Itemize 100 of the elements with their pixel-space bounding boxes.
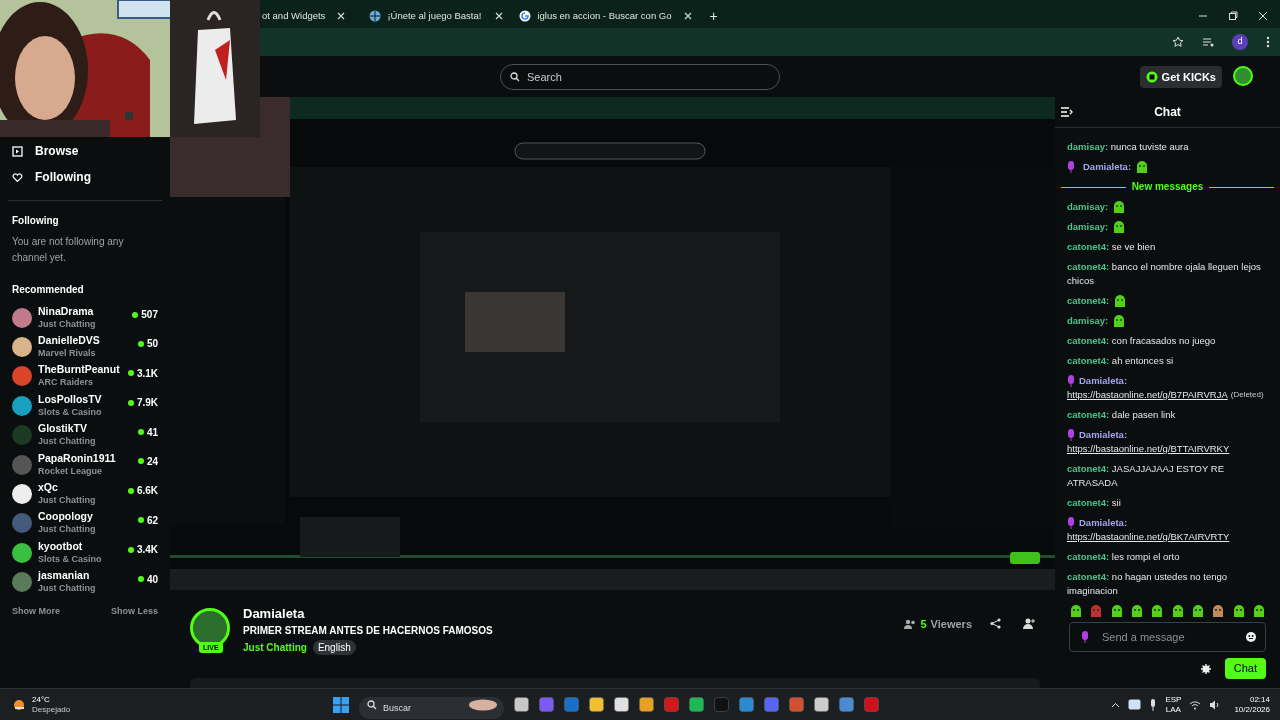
chat-username[interactable]: catonet4: xyxy=(1067,463,1110,474)
category-link[interactable]: Just Chatting xyxy=(243,640,307,655)
chat-username[interactable]: catonet4: xyxy=(1067,241,1110,252)
browser-tab[interactable]: iglus en accion - Buscar con Go xyxy=(511,4,700,28)
channel-item[interactable]: NinaDrama Just Chatting 507 xyxy=(0,303,170,333)
taskbar-search-field[interactable]: Buscar xyxy=(359,696,504,719)
channel-name: NinaDrama xyxy=(38,304,95,318)
emote-icon[interactable] xyxy=(1130,604,1144,618)
app-icon[interactable] xyxy=(589,697,604,712)
channel-name[interactable]: Damialeta xyxy=(243,605,493,623)
playlist-icon[interactable] xyxy=(1202,36,1214,48)
live-dot-icon xyxy=(127,370,134,377)
nav-link[interactable]: Following xyxy=(0,164,170,190)
chat-link[interactable]: https://bastaonline.net/g/BTTAIRVRKY xyxy=(1067,442,1230,456)
channel-item[interactable]: Coopology Just Chatting 62 xyxy=(0,508,170,539)
chat-username[interactable]: catonet4: xyxy=(1067,261,1110,272)
channel-item[interactable]: DanielleDVS Marvel Rivals 50 xyxy=(0,332,170,362)
emote-icon xyxy=(1135,160,1150,174)
live-dot-icon xyxy=(137,458,144,465)
nav-link[interactable]: Browse xyxy=(0,138,170,164)
get-kicks-button[interactable]: Get KICKs xyxy=(1139,66,1222,88)
app-icon[interactable] xyxy=(689,697,704,712)
chat-username[interactable]: Damialeta: xyxy=(1079,374,1128,388)
close-icon[interactable] xyxy=(683,12,692,20)
menu-icon[interactable] xyxy=(1266,36,1270,48)
language-indicator[interactable]: ESP xyxy=(1165,694,1182,705)
close-icon[interactable] xyxy=(1258,11,1268,21)
live-dot-icon xyxy=(132,311,139,318)
show-more-link[interactable]: Show More xyxy=(12,604,60,619)
chat-username[interactable]: Damialeta: xyxy=(1079,428,1128,442)
channel-item[interactable]: kyootbot Slots & Casino 3.4K xyxy=(0,538,170,568)
chat-send-button[interactable]: Chat xyxy=(1224,658,1266,679)
emoji-icon[interactable] xyxy=(1246,632,1256,642)
emote-icon[interactable] xyxy=(1251,604,1266,618)
chat-username[interactable]: damisay: xyxy=(1067,314,1109,328)
keyboard-layout[interactable]: LAA xyxy=(1165,704,1181,715)
emote-icon[interactable] xyxy=(1211,604,1226,618)
star-icon[interactable] xyxy=(1172,36,1184,48)
close-icon[interactable] xyxy=(337,12,346,20)
emote-icon[interactable] xyxy=(1150,604,1165,618)
channel-item[interactable]: PapaRonin1911 Rocket League 24 xyxy=(0,449,170,480)
start-icon[interactable] xyxy=(333,696,349,713)
chat-username[interactable]: Damialeta: xyxy=(1083,160,1132,174)
new-tab-button[interactable]: + xyxy=(699,4,728,28)
show-less-link[interactable]: Show Less xyxy=(111,604,158,619)
share-icon[interactable] xyxy=(990,618,1001,629)
channel-avatar xyxy=(12,366,32,387)
browser-tab[interactable]: ¡Únete al juego Basta! xyxy=(361,4,512,28)
chat-username[interactable]: catonet4: xyxy=(1067,571,1110,582)
message-field[interactable]: Send a message xyxy=(1069,622,1266,652)
app-icon[interactable] xyxy=(514,697,529,712)
chat-username[interactable]: damisay: xyxy=(1067,200,1109,214)
follow-icon[interactable] xyxy=(1023,618,1035,629)
app-icon[interactable] xyxy=(614,697,629,712)
app-icon[interactable] xyxy=(814,697,829,712)
channel-item[interactable]: jasmanian Just Chatting 40 xyxy=(0,567,170,597)
chat-link[interactable]: https://bastaonline.net/g/BK7AIRVRTY xyxy=(1067,530,1230,544)
channel-item[interactable]: LosPollosTV Slots & Casino 7.9K xyxy=(0,391,170,421)
chat-username[interactable]: catonet4: xyxy=(1067,409,1110,420)
emote-icon[interactable] xyxy=(1069,604,1083,618)
emote-icon[interactable] xyxy=(1170,604,1185,618)
settings-icon[interactable] xyxy=(1200,663,1211,674)
chat-username[interactable]: catonet4: xyxy=(1067,294,1110,308)
emote-icon[interactable] xyxy=(1190,604,1205,618)
emote-icon[interactable] xyxy=(1231,604,1246,618)
chat-username[interactable]: damisay: xyxy=(1067,141,1109,152)
wifi-icon[interactable] xyxy=(1189,699,1202,710)
chat-username[interactable]: Damialeta: xyxy=(1079,516,1128,530)
chat-username[interactable]: catonet4: xyxy=(1067,335,1110,346)
chat-username[interactable]: damisay: xyxy=(1067,220,1109,234)
emote-icon[interactable] xyxy=(1109,604,1124,618)
speaker-icon[interactable] xyxy=(1209,699,1221,710)
search-field[interactable]: Search xyxy=(500,64,780,90)
chat-username[interactable]: catonet4: xyxy=(1067,497,1110,508)
viewers-label: Viewers xyxy=(930,617,972,632)
chat-message: catonet4: dale pasen link xyxy=(1067,408,1177,422)
cloud-icon[interactable] xyxy=(1128,699,1142,710)
mic-icon xyxy=(1081,631,1089,643)
clouds-icon xyxy=(468,698,498,711)
chat-link[interactable]: https://bastaonline.net/g/B7PAIRVRJA xyxy=(1067,388,1228,402)
clock-date[interactable]: 10/2/2026 xyxy=(1234,704,1270,715)
chat-message: catonet4: sii xyxy=(1067,496,1122,510)
users-icon xyxy=(904,619,917,630)
user-avatar[interactable] xyxy=(1233,66,1253,86)
stream-title: PRIMER STREAM ANTES DE HACERNOS FAMOSOS xyxy=(243,624,493,638)
chat-username[interactable]: catonet4: xyxy=(1067,551,1110,562)
language-tag[interactable]: English xyxy=(312,640,356,655)
channel-item[interactable]: xQc Just Chatting 6.6K xyxy=(0,479,170,509)
app-icon[interactable] xyxy=(639,697,654,712)
restore-icon[interactable] xyxy=(1228,11,1238,21)
channel-item[interactable]: TheBurntPeanut ARC Raiders 3.1K xyxy=(0,361,170,392)
collapse-icon[interactable] xyxy=(1061,107,1073,117)
chat-username[interactable]: catonet4: xyxy=(1067,355,1110,366)
browser-tab[interactable]: ot and Widgets xyxy=(262,4,354,28)
chevron-up-icon[interactable] xyxy=(1111,701,1121,708)
channel-item[interactable]: GlostikTV Just Chatting 41 xyxy=(0,420,170,450)
close-icon[interactable] xyxy=(495,12,504,20)
clock-time[interactable]: 02:14 xyxy=(1249,694,1270,705)
mic-icon[interactable] xyxy=(1149,698,1158,711)
profile-button[interactable]: d xyxy=(1232,34,1248,50)
